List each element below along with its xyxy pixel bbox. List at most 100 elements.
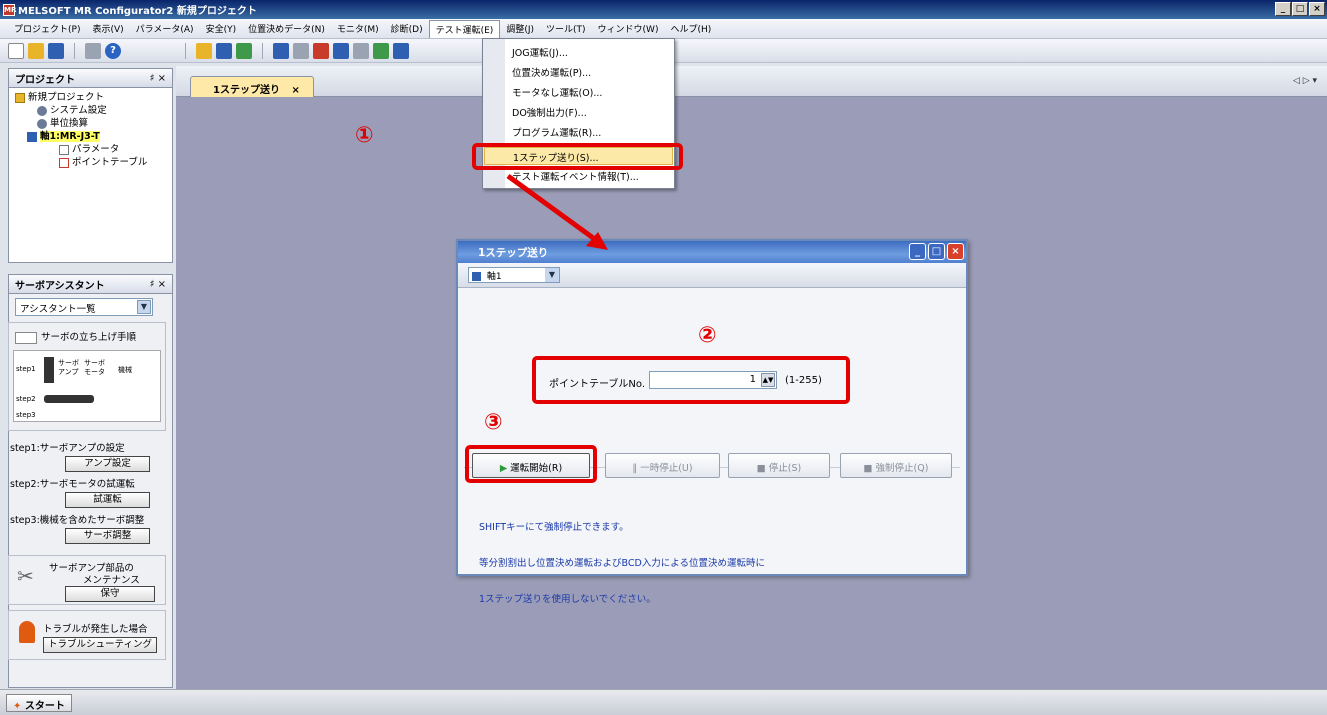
monitor-icon[interactable] <box>333 42 349 59</box>
menu-view[interactable]: 表示(V) <box>86 20 129 37</box>
unit-icon <box>37 118 47 129</box>
marker-2: ② <box>698 323 717 348</box>
note-line1: SHIFTキーにて強制停止できます。 <box>479 522 629 533</box>
start-menu-button[interactable]: ✦ スタート <box>6 694 72 712</box>
stop-button-label: 停止(S) <box>768 463 802 474</box>
diagram-amp: サーボ アンプ <box>58 358 79 376</box>
parameter-icon[interactable] <box>273 42 289 59</box>
menu-help[interactable]: ヘルプ(H) <box>664 20 717 37</box>
save-icon[interactable] <box>48 42 64 59</box>
tree-label: ポイントテーブル <box>72 157 148 168</box>
menu-window[interactable]: ウィンドウ(W) <box>592 20 665 37</box>
startup-title: サーボの立ち上げ手順 <box>41 332 137 343</box>
menu-item-do-output[interactable]: DO強制出力(F)... <box>512 105 587 119</box>
tree-item-point-table[interactable]: ポイントテーブル <box>15 156 166 169</box>
dialog-minimize-button[interactable]: _ <box>909 243 926 260</box>
diagram-machine: 機械 <box>118 365 132 374</box>
axis-select[interactable]: 軸1 ▼ <box>468 267 560 283</box>
menu-positioning-data[interactable]: 位置決めデータ(N) <box>242 20 331 37</box>
pause-button-label: 一時停止(U) <box>640 463 693 474</box>
amp-settings-button[interactable]: アンプ設定 <box>65 456 150 472</box>
chevron-down-icon[interactable]: ▼ <box>137 300 151 314</box>
title-bar: MR MELSOFT MR Configurator2 新規プロジェクト _ □… <box>0 0 1327 19</box>
maintenance-title2: メンテナンス <box>83 575 140 586</box>
open-folder-icon[interactable] <box>28 42 44 59</box>
dialog-toolbar: 軸1 ▼ <box>458 263 966 288</box>
assistant-dropdown-value: アシスタント一覧 <box>20 304 96 315</box>
tree-item-axis[interactable]: 軸1:MR-J3-T <box>15 130 166 143</box>
alarm-icon[interactable] <box>313 42 329 59</box>
stop-icon: ■ <box>756 463 769 474</box>
diagram-step3: step3 <box>16 410 36 419</box>
tuning-icon[interactable] <box>393 42 409 59</box>
assistant-panel-title: サーボアシスタント <box>15 280 105 292</box>
tree-item-unit[interactable]: 単位換算 <box>15 117 166 130</box>
menu-project[interactable]: プロジェクト(P) <box>8 20 86 37</box>
toolbar-separator <box>185 42 186 59</box>
maximize-button[interactable]: □ <box>1292 2 1308 16</box>
maintenance-box: ✂ サーボアンプ部品の メンテナンス 保守 <box>8 555 166 605</box>
menu-item-no-motor[interactable]: モータなし運転(O)... <box>512 85 602 99</box>
menu-item-jog[interactable]: JOG運転(J)... <box>512 45 568 59</box>
menu-item-event-info[interactable]: テスト運転イベント情報(T)... <box>512 169 639 183</box>
menu-adjust[interactable]: 調整(J) <box>500 20 540 37</box>
tree-label: 軸1:MR-J3-T <box>40 131 100 142</box>
close-icon[interactable]: × <box>291 85 299 96</box>
window-title: MELSOFT MR Configurator2 新規プロジェクト <box>18 6 257 17</box>
pin-close-icon[interactable]: ♯ × <box>150 73 166 84</box>
troubleshooting-button[interactable]: トラブルシューティング <box>43 637 157 653</box>
step3-label: step3:機械を含めたサーボ調整 <box>10 515 145 526</box>
graph-icon[interactable] <box>353 42 369 59</box>
tree-label: システム設定 <box>50 105 107 116</box>
tree-item-system[interactable]: システム設定 <box>15 104 166 117</box>
assistant-dropdown[interactable]: アシスタント一覧 ▼ <box>15 298 153 316</box>
point-table-icon[interactable] <box>293 42 309 59</box>
assist-view-icon[interactable] <box>236 42 252 59</box>
menu-diagnosis[interactable]: 診断(D) <box>385 20 429 37</box>
param-view-icon[interactable] <box>196 42 212 59</box>
document-icon <box>59 144 69 155</box>
servo-adjust-button[interactable]: サーボ調整 <box>65 528 150 544</box>
tree-item-project[interactable]: 新規プロジェクト <box>15 91 166 104</box>
tab-strip: 1ステップ送り × ◁ ▷ ▾ <box>176 66 1327 97</box>
chevron-down-icon[interactable]: ▼ <box>545 268 559 282</box>
new-file-icon[interactable] <box>8 42 24 59</box>
pause-button[interactable]: ‖ 一時停止(U) <box>605 453 720 478</box>
tree-label: パラメータ <box>72 144 120 155</box>
menu-item-program[interactable]: プログラム運転(R)... <box>512 125 601 139</box>
stop-button[interactable]: ■ 停止(S) <box>728 453 830 478</box>
menu-monitor[interactable]: モニタ(M) <box>331 20 385 37</box>
book-icon <box>15 331 37 344</box>
tree-label: 単位換算 <box>50 118 89 129</box>
highlight-box-point-table <box>532 356 850 404</box>
start-label: スタート <box>24 701 65 712</box>
tree-label: 新規プロジェクト <box>28 92 105 103</box>
print-icon[interactable] <box>85 42 101 59</box>
help-icon[interactable]: ? <box>105 42 121 59</box>
jog-icon[interactable] <box>373 42 389 59</box>
force-stop-button[interactable]: ■ 強制停止(Q) <box>840 453 952 478</box>
test-run-button[interactable]: 試運転 <box>65 492 150 508</box>
taskbar: ✦ スタート <box>0 689 1327 715</box>
minimize-button[interactable]: _ <box>1275 2 1291 16</box>
startup-title-row: サーボの立ち上げ手順 <box>9 323 165 344</box>
point-table-icon <box>59 157 69 168</box>
dialog-close-button[interactable]: × <box>947 243 964 260</box>
menu-item-positioning[interactable]: 位置決め運転(P)... <box>512 65 591 79</box>
force-stop-icon: ■ <box>863 463 876 474</box>
menu-test-run[interactable]: テスト運転(E) <box>428 19 501 38</box>
maintenance-button[interactable]: 保守 <box>65 586 155 602</box>
menu-tools[interactable]: ツール(T) <box>540 20 592 37</box>
menu-safety[interactable]: 安全(Y) <box>200 20 243 37</box>
pin-close-icon[interactable]: ♯ × <box>150 279 166 290</box>
app-icon: MR <box>3 3 17 16</box>
close-button[interactable]: × <box>1309 2 1325 16</box>
monitor-view-icon[interactable] <box>216 42 232 59</box>
tab-1step[interactable]: 1ステップ送り × <box>190 76 314 97</box>
tree-item-parameter[interactable]: パラメータ <box>15 143 166 156</box>
menu-parameter[interactable]: パラメータ(A) <box>130 20 200 37</box>
axis-value: 軸1 <box>486 272 502 282</box>
tab-nav-icon[interactable]: ◁ ▷ ▾ <box>1293 76 1317 86</box>
window-controls: _ □ × <box>1275 2 1325 16</box>
dialog-maximize-button[interactable]: □ <box>928 243 945 260</box>
